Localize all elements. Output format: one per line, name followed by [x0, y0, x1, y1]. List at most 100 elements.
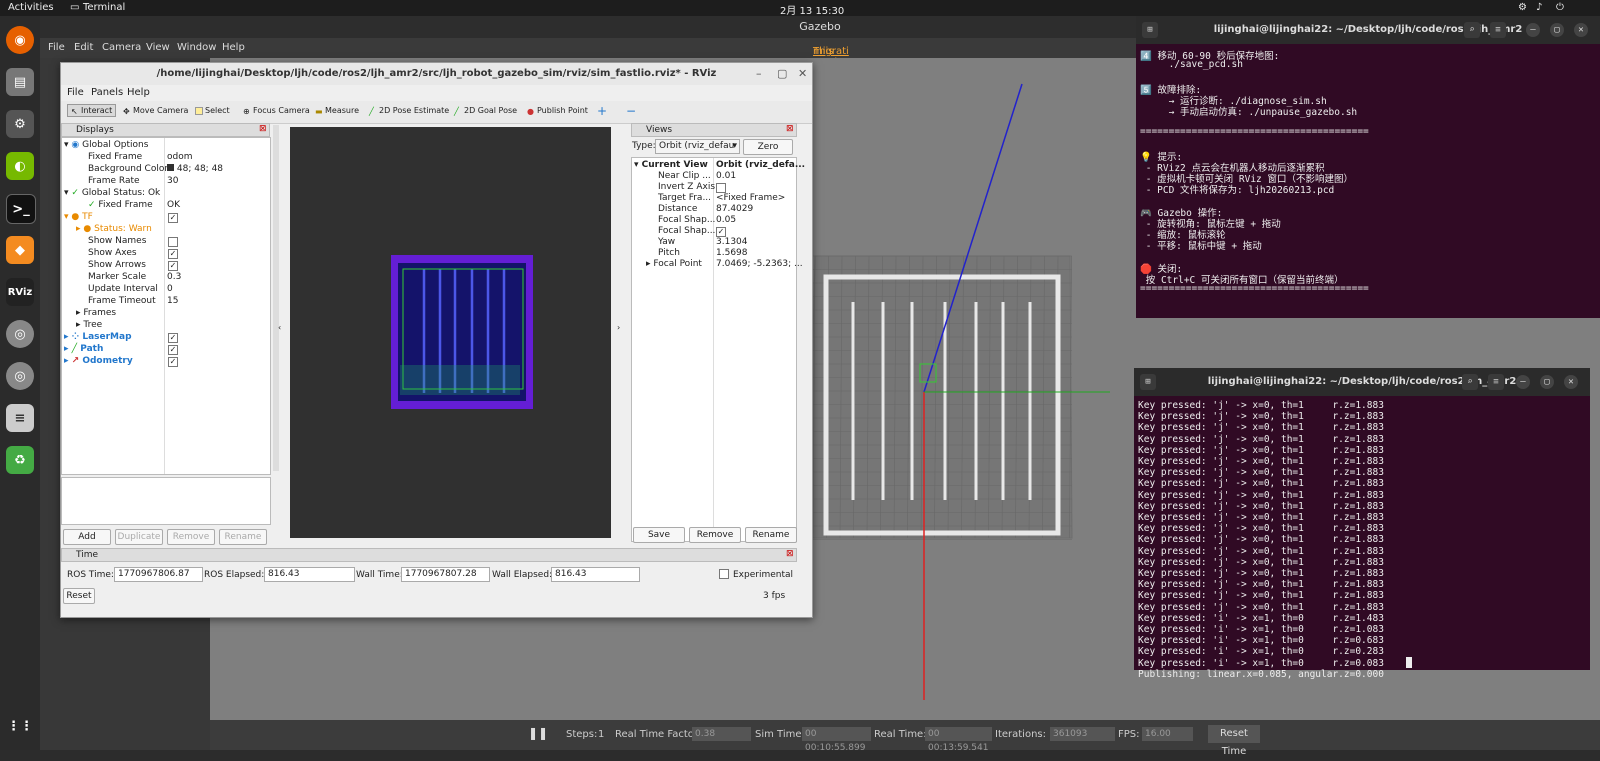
gazebo-icon[interactable]: ◆	[6, 236, 34, 264]
terminal-window-2[interactable]: lijinghai@lijinghai22: ~/Desktop/ljh/cod…	[1134, 368, 1590, 680]
prop-near-clip-value[interactable]: 0.01	[716, 171, 736, 182]
path-checkbox[interactable]: ✓	[168, 345, 178, 355]
prop-distance-value[interactable]: 87.4029	[716, 204, 753, 215]
remove-view-button[interactable]: Remove	[689, 527, 741, 543]
add-display-button[interactable]: Add	[63, 529, 111, 545]
close-icon[interactable]: ✕	[1564, 375, 1578, 389]
collapse-left-icon[interactable]: ‹	[278, 323, 281, 332]
time-close-icon[interactable]: ⊠	[786, 549, 794, 559]
tf-tree[interactable]: ▸ Tree	[76, 320, 102, 331]
prop-update-interval-value[interactable]: 0	[167, 284, 173, 295]
pause-icon[interactable]: ❚❚	[528, 726, 548, 740]
gz-menu-camera[interactable]: Camera	[102, 42, 141, 53]
close-button[interactable]: ✕	[798, 67, 807, 80]
tool-interact[interactable]: ↖ Interact	[67, 104, 117, 117]
displays-scrollbar[interactable]	[273, 125, 279, 471]
ros-elapsed-field[interactable]: 816.43	[264, 567, 355, 582]
network-icon[interactable]: ⚙	[1518, 2, 1527, 13]
add-tool-icon[interactable]: +	[597, 104, 607, 118]
gz-menu-file[interactable]: File	[48, 42, 65, 53]
steps-value[interactable]: 1	[598, 729, 604, 740]
prop-marker-scale-value[interactable]: 0.3	[167, 272, 181, 283]
prop-focal-point-value[interactable]: 7.0469; -5.2363; ...	[716, 259, 803, 270]
gz-menu-help[interactable]: Help	[222, 42, 245, 53]
active-app-label[interactable]: Terminal	[83, 2, 125, 13]
views-close-icon[interactable]: ⊠	[786, 124, 794, 134]
text-editor-icon[interactable]: ≡	[6, 404, 34, 432]
prop-target-frame-value[interactable]: <Fixed Frame>	[716, 193, 785, 204]
experimental-checkbox[interactable]	[719, 569, 729, 579]
reset-time-button[interactable]: Reset Time	[1208, 725, 1260, 757]
show-arrows-checkbox[interactable]: ✓	[168, 261, 178, 271]
clock[interactable]: 2月 13 15:30	[780, 2, 844, 17]
display-odometry[interactable]: ▸ ↗ Odometry	[64, 356, 133, 367]
rename-view-button[interactable]: Rename	[745, 527, 797, 543]
disc-icon[interactable]: ◎	[6, 320, 34, 348]
close-icon[interactable]: ✕	[1574, 23, 1588, 37]
tf-status-warn[interactable]: ▸ ● Status: Warn	[76, 224, 152, 235]
minimize-button[interactable]: –	[756, 67, 762, 80]
terminal-window-1[interactable]: lijinghai@lijinghai22: ~/Desktop/ljh/cod…	[1136, 16, 1600, 318]
rename-display-button[interactable]: Rename	[219, 529, 267, 545]
tool-move-camera[interactable]: ✥ Move Camera	[123, 106, 188, 116]
current-view[interactable]: ▾ Current View	[634, 160, 708, 171]
wall-time-field[interactable]: 1770967807.28	[401, 567, 490, 582]
maximize-button[interactable]: ▢	[777, 67, 787, 80]
display-lasermap[interactable]: ▸ ⁘ LaserMap	[64, 332, 132, 343]
disc-icon-2[interactable]: ◎	[6, 362, 34, 390]
tool-2d-pose-estimate[interactable]: ╱ 2D Pose Estimate	[369, 106, 449, 116]
minimize-icon[interactable]: –	[1516, 375, 1530, 389]
display-tf[interactable]: ▾ ● TF	[64, 212, 93, 223]
duplicate-display-button[interactable]: Duplicate	[115, 529, 163, 545]
minimize-icon[interactable]: –	[1526, 23, 1540, 37]
display-path[interactable]: ▸ ╱ Path	[64, 344, 103, 355]
terminal-icon[interactable]: >_	[6, 194, 36, 224]
collapse-right-icon[interactable]: ›	[617, 323, 620, 332]
display-global-options[interactable]: ▾ ◉ Global Options	[64, 140, 148, 151]
prop-pitch-value[interactable]: 1.5698	[716, 248, 748, 259]
power-icon[interactable]: ⏻	[1556, 2, 1564, 13]
show-apps-icon[interactable]: ⋮⋮	[6, 712, 34, 740]
eol-link[interactable]: migrati	[813, 46, 849, 57]
odometry-checkbox[interactable]: ✓	[168, 357, 178, 367]
save-view-button[interactable]: Save	[633, 527, 685, 543]
gz-menu-view[interactable]: View	[146, 42, 170, 53]
rviz-menu-help[interactable]: Help	[127, 87, 150, 98]
display-global-status[interactable]: ▾ ✓ Global Status: Ok	[64, 188, 160, 199]
tf-checkbox[interactable]: ✓	[168, 213, 178, 223]
terminal-2-output[interactable]: Key pressed: 'j' -> x=0, th=1 r.z=1.883 K…	[1134, 396, 1590, 680]
menu-icon[interactable]: ≡	[1488, 374, 1504, 390]
tool-focus-camera[interactable]: ⊕ Focus Camera	[243, 106, 310, 116]
tool-publish-point[interactable]: ● Publish Point	[527, 106, 588, 116]
remove-display-button[interactable]: Remove	[167, 529, 215, 545]
maximize-icon[interactable]: ▢	[1550, 23, 1564, 37]
settings-icon[interactable]: ⚙	[6, 110, 34, 138]
rviz-menu-file[interactable]: File	[67, 87, 84, 98]
focal-shape-fixed-checkbox[interactable]: ✓	[716, 227, 726, 237]
invert-z-checkbox[interactable]	[716, 183, 726, 193]
firefox-icon[interactable]: ◉	[6, 26, 34, 54]
remove-tool-icon[interactable]: −	[626, 104, 636, 118]
prop-fixed-frame-value[interactable]: odom	[167, 152, 193, 163]
rviz-menu-panels[interactable]: Panels	[91, 87, 123, 98]
gz-menu-edit[interactable]: Edit	[74, 42, 93, 53]
rviz-icon[interactable]: RViz	[6, 278, 34, 306]
show-axes-checkbox[interactable]: ✓	[168, 249, 178, 259]
gz-menu-window[interactable]: Window	[177, 42, 216, 53]
displays-close-icon[interactable]: ⊠	[259, 124, 267, 134]
files-icon[interactable]: ▤	[6, 68, 34, 96]
show-names-checkbox[interactable]	[168, 237, 178, 247]
menu-icon[interactable]: ≡	[1490, 22, 1506, 38]
volume-icon[interactable]: ♪	[1536, 2, 1542, 13]
lasermap-checkbox[interactable]: ✓	[168, 333, 178, 343]
zero-button[interactable]: Zero	[743, 139, 793, 155]
nvidia-icon[interactable]: ◐	[6, 152, 34, 180]
new-tab-icon[interactable]: ⊞	[1142, 22, 1158, 38]
views-type-select[interactable]: Orbit (rviz_defau ▾	[655, 139, 740, 154]
tool-select[interactable]: Select	[195, 106, 230, 115]
ros-time-field[interactable]: 1770967806.87	[114, 567, 203, 582]
prop-focal-shape-size-value[interactable]: 0.05	[716, 215, 736, 226]
new-tab-icon[interactable]: ⊞	[1140, 374, 1156, 390]
wall-elapsed-field[interactable]: 816.43	[551, 567, 640, 582]
search-icon[interactable]: ⌕	[1464, 22, 1480, 38]
